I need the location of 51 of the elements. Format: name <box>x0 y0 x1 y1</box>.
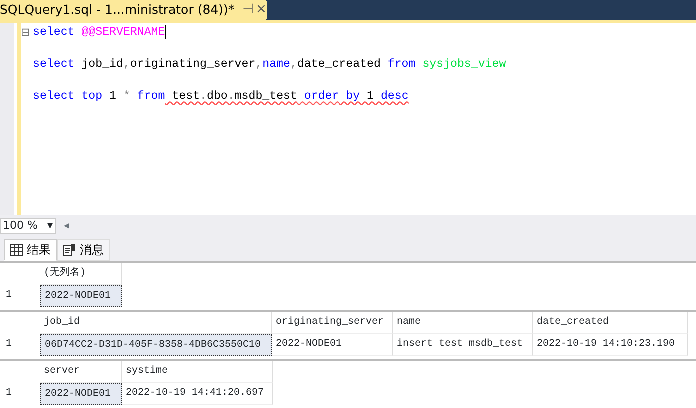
code-token: @@SERVERNAME <box>80 26 166 40</box>
code-token: top <box>80 90 103 103</box>
close-icon[interactable]: × <box>256 1 267 19</box>
column-header[interactable]: originating_server <box>272 312 393 334</box>
result-tab[interactable]: 消息 <box>57 239 110 261</box>
code-token: order <box>303 90 340 103</box>
column-header[interactable]: systime <box>122 361 273 383</box>
code-token: select <box>33 26 75 40</box>
table-cell[interactable]: 06D74CC2-D31D-405F-8358-4DB6C3550C10 <box>40 334 272 356</box>
code-token: from <box>386 58 416 71</box>
table-cell[interactable]: 2022-NODE01 <box>40 383 122 405</box>
code-token: sysjobs_view <box>422 58 506 71</box>
code-token: from <box>136 90 166 103</box>
code-token: , <box>123 58 130 71</box>
code-token: 1 <box>366 90 374 103</box>
code-token: msdb_test <box>234 90 298 103</box>
row-number[interactable]: 1 <box>0 285 40 307</box>
column-header[interactable]: date_created <box>533 312 688 334</box>
code-token: dbo <box>207 90 228 103</box>
code-token: by <box>345 90 360 103</box>
document-tab[interactable]: SQLQuery1.sql - 1...ministrator (84))* ⊣× <box>0 0 266 20</box>
grid-icon <box>10 244 23 256</box>
code-token: 1 <box>108 90 117 103</box>
code-token: . <box>228 90 235 103</box>
zoom-dropdown[interactable]: 100 % ▾ <box>0 218 56 234</box>
table-cell[interactable]: 2022-NODE01 <box>272 334 393 356</box>
code-token: , <box>256 58 263 71</box>
row-number[interactable]: 1 <box>0 383 40 405</box>
row-number[interactable]: 1 <box>0 334 40 356</box>
document-icon <box>63 244 76 256</box>
code-token: , <box>290 58 298 71</box>
code-token: date_created <box>297 58 381 71</box>
code-token: originating_server <box>130 58 256 71</box>
fold-toggle[interactable]: ⊟ <box>21 25 33 41</box>
code-token: test <box>171 90 200 103</box>
code-token: . <box>200 90 207 103</box>
result-tab[interactable]: 结果 <box>4 239 57 261</box>
code-token: desc <box>380 90 409 103</box>
code-token: select <box>33 58 75 71</box>
scroll-left-arrow[interactable]: ◂ <box>64 218 70 234</box>
code-editor[interactable]: select @@SERVERNAME select job_id,originating_server,name,date_created from sysjobs_view select top 1 * from test.dbo.msdb_test order by 1 desc <box>33 23 696 215</box>
code-token: * <box>122 90 130 103</box>
code-token: select <box>33 90 75 103</box>
code-token: name <box>262 58 290 71</box>
table-cell[interactable]: 2022-NODE01 <box>40 285 122 307</box>
table-cell[interactable]: insert test msdb_test <box>393 334 533 356</box>
column-header[interactable]: name <box>393 312 533 334</box>
table-cell[interactable]: 2022-10-19 14:10:23.190 <box>533 334 688 356</box>
tab-title: SQLQuery1.sql - 1...ministrator (84))* <box>0 1 235 19</box>
code-token: job_id <box>80 58 124 71</box>
table-cell[interactable]: 2022-10-19 14:41:20.697 <box>122 383 273 405</box>
